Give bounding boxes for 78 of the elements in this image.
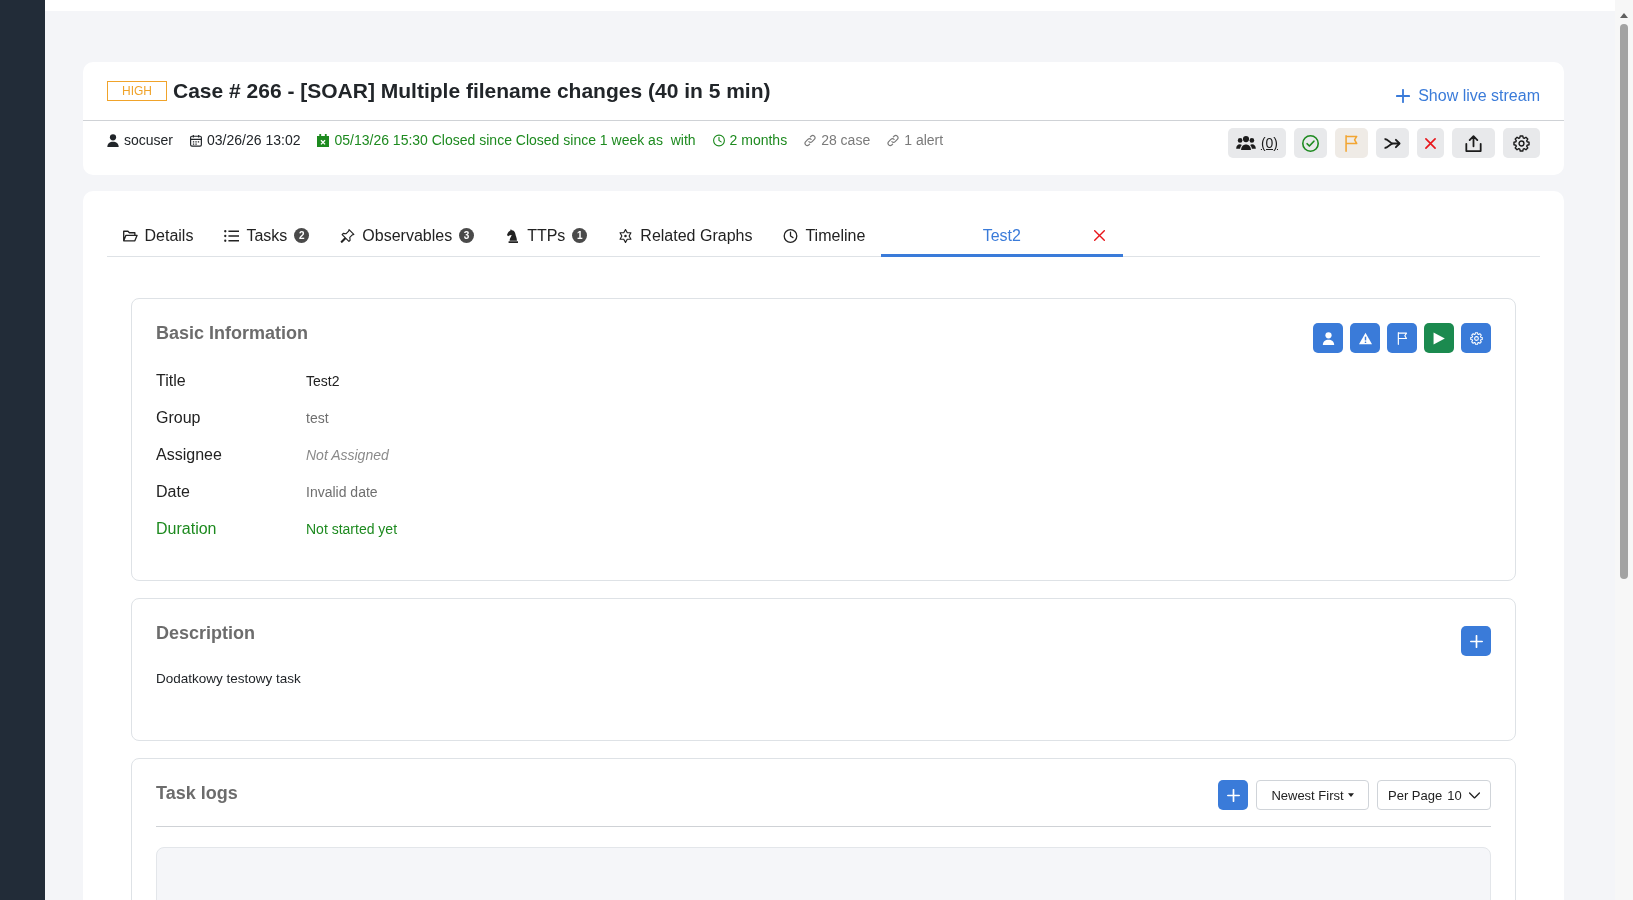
plus-icon	[1469, 634, 1483, 648]
scrollbar-thumb[interactable]	[1620, 24, 1628, 579]
tab[interactable]: Related Graphs	[602, 217, 768, 257]
flag-icon	[1395, 331, 1409, 345]
users-icon	[1235, 136, 1256, 150]
field-value: test	[306, 409, 329, 426]
description-text: Dodatkowy testowy task	[156, 670, 302, 688]
case-age: 2 months	[729, 131, 788, 149]
settings-button[interactable]	[1503, 128, 1540, 158]
field-label: Duration	[156, 519, 218, 538]
severity-badge: HIGH	[107, 81, 167, 101]
field-label: Group	[156, 408, 202, 427]
case-title: Case # 266 - [SOAR] Multiple filename changes (40 in 5 min)	[173, 79, 771, 103]
plus-icon	[1396, 88, 1411, 103]
field-value: Invalid date	[306, 483, 378, 500]
caret-icon	[1347, 793, 1354, 797]
field-label: Date	[156, 482, 191, 501]
add-button[interactable]	[1461, 626, 1491, 656]
play-icon	[1433, 331, 1445, 345]
count-badge: 2	[294, 228, 310, 243]
section-title: Description	[156, 622, 256, 645]
assignees-button[interactable]: (0)	[1227, 128, 1286, 158]
upload-icon	[1465, 134, 1482, 152]
warning-icon	[1358, 331, 1372, 345]
scroll-up-icon[interactable]	[1620, 13, 1628, 18]
field-label: Assignee	[156, 445, 223, 464]
user-icon	[107, 133, 119, 147]
per-page-select[interactable]: Per Page 10	[1377, 780, 1491, 810]
assign-button[interactable]	[1313, 323, 1343, 353]
closed-status: 05/13/26 15:30 Closed since Closed since 1 week as with	[334, 131, 696, 149]
flag-icon	[1343, 134, 1360, 152]
pin-icon	[340, 228, 356, 243]
user-icon	[1321, 331, 1335, 345]
link-icon	[887, 133, 900, 147]
alert-count: 1 alert	[904, 131, 944, 149]
settings-icon	[1469, 331, 1483, 345]
start-button[interactable]	[1424, 323, 1454, 353]
merge-button[interactable]	[1376, 128, 1409, 158]
section-title: Task logs	[156, 782, 238, 805]
count-badge: 3	[459, 228, 475, 243]
resolve-button[interactable]	[1294, 128, 1327, 158]
tab[interactable]: Test2	[880, 217, 1123, 257]
close-case-button[interactable]	[1417, 128, 1444, 158]
close-icon[interactable]	[1093, 230, 1105, 241]
chevron-down-icon	[1469, 791, 1480, 799]
tab[interactable]: Observables 3	[324, 217, 490, 257]
field-label: Title	[156, 371, 187, 390]
clock-icon	[783, 228, 799, 243]
tab[interactable]: TTPs 1	[489, 217, 603, 257]
export-button[interactable]	[1452, 128, 1495, 158]
case-owner: socuser	[124, 131, 174, 149]
add-log-button[interactable]	[1218, 780, 1248, 810]
tab[interactable]: Timeline	[767, 217, 881, 257]
field-value: Not started yet	[306, 520, 398, 537]
related-case-count: 28 case	[821, 131, 871, 149]
field-value: Test2	[306, 372, 340, 389]
created-date: 03/26/26 13:02	[207, 131, 301, 149]
tab[interactable]: Details	[107, 217, 209, 257]
live-stream-link[interactable]: Show live stream	[1396, 86, 1540, 105]
folder-icon	[122, 228, 138, 243]
graph-icon	[618, 228, 634, 243]
tab[interactable]: Tasks 2	[208, 217, 325, 257]
flag-button[interactable]	[1387, 323, 1417, 353]
sort-dropdown[interactable]: Newest First	[1256, 780, 1369, 810]
alert-button[interactable]	[1350, 323, 1380, 353]
calendar-x-icon	[317, 133, 330, 147]
settings-icon	[1513, 134, 1530, 152]
check-circle-icon	[1302, 134, 1319, 152]
chess-knight-icon	[505, 228, 521, 243]
clock-icon	[712, 133, 725, 147]
link-icon	[804, 133, 817, 147]
list-icon	[224, 228, 240, 243]
calendar-icon	[190, 133, 203, 147]
count-badge: 1	[572, 228, 588, 243]
close-icon	[1425, 137, 1436, 149]
plus-icon	[1226, 788, 1240, 802]
section-title: Basic Information	[156, 322, 309, 345]
field-value: Not Assigned	[306, 446, 389, 463]
